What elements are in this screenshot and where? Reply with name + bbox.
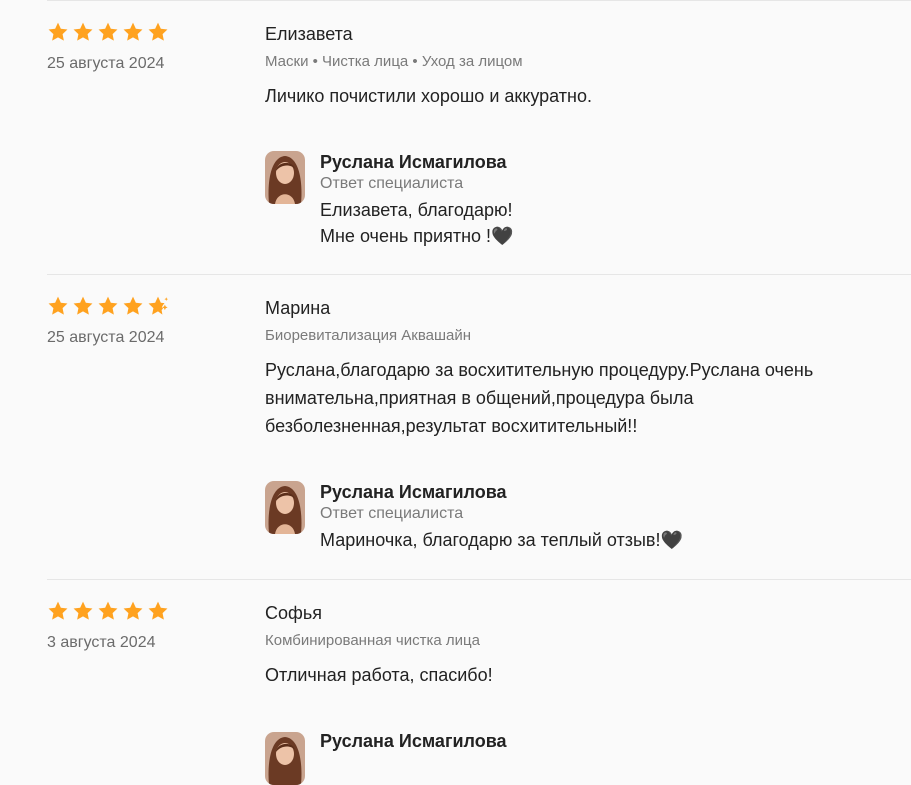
star-icon [97, 600, 119, 622]
star-icon [72, 21, 94, 43]
reply-role: Ответ специалиста [320, 175, 464, 192]
review-meta: 25 августа 2024 [47, 295, 247, 347]
reply-author[interactable]: Руслана Исмагилова [320, 481, 905, 503]
star-icon [72, 295, 94, 317]
review-author: Софья [265, 603, 322, 623]
review-item: 25 августа 2024 Елизавета Маски • Чистка… [47, 0, 911, 274]
review-author: Елизавета [265, 24, 353, 44]
reply-role: Ответ специалиста [320, 505, 464, 522]
reply-author[interactable]: Руслана Исмагилова [320, 151, 905, 173]
review-services: Маски • Чистка лица • Уход за лицом [265, 53, 523, 70]
review-services: Комбинированная чистка лица [265, 632, 480, 649]
reply-text: Елизавета, благодарю! Мне очень приятно … [320, 200, 514, 246]
review-author: Марина [265, 298, 331, 318]
specialist-reply: Руслана Исмагилова [265, 728, 765, 785]
half-star-icon [147, 295, 169, 317]
specialist-reply: Руслана Исмагилова Ответ специалиста Ели… [265, 151, 905, 249]
star-icon [122, 600, 144, 622]
star-icon [97, 21, 119, 43]
review-text: Руслана,благодарю за восхитительную проц… [265, 360, 814, 436]
star-icon [122, 295, 144, 317]
star-icon [47, 21, 69, 43]
review-body: Софья Комбинированная чистка лица Отличн… [265, 601, 905, 689]
avatar[interactable] [265, 151, 305, 204]
avatar[interactable] [265, 481, 305, 534]
review-text: Личико почистили хорошо и аккуратно. [265, 86, 592, 106]
review-date: 25 августа 2024 [47, 55, 165, 72]
review-body: Елизавета Маски • Чистка лица • Уход за … [265, 22, 905, 249]
star-icon [47, 600, 69, 622]
avatar[interactable] [265, 732, 305, 785]
review-item: 25 августа 2024 Марина Биоревитализация … [47, 274, 911, 579]
review-date: 3 августа 2024 [47, 634, 156, 651]
star-icon [47, 295, 69, 317]
reply-author[interactable]: Руслана Исмагилова [320, 730, 507, 752]
star-icon [147, 21, 169, 43]
rating-stars [47, 295, 247, 317]
review-text: Отличная работа, спасибо! [265, 665, 493, 685]
star-icon [147, 600, 169, 622]
reviews-feed: 25 августа 2024 Елизавета Маски • Чистка… [0, 0, 911, 785]
star-icon [122, 21, 144, 43]
rating-stars [47, 600, 247, 622]
star-icon [72, 600, 94, 622]
review-meta: 25 августа 2024 [47, 21, 247, 73]
reply-text: Мариночка, благодарю за теплый отзыв!🖤 [320, 530, 683, 550]
rating-stars [47, 21, 247, 43]
star-icon [97, 295, 119, 317]
review-item: 3 августа 2024 Софья Комбинированная чис… [47, 579, 911, 785]
review-meta: 3 августа 2024 [47, 600, 247, 652]
review-body: Марина Биоревитализация Аквашайн Руслана… [265, 296, 905, 553]
review-date: 25 августа 2024 [47, 329, 165, 346]
review-services: Биоревитализация Аквашайн [265, 327, 472, 344]
specialist-reply: Руслана Исмагилова Ответ специалиста Мар… [265, 481, 905, 553]
